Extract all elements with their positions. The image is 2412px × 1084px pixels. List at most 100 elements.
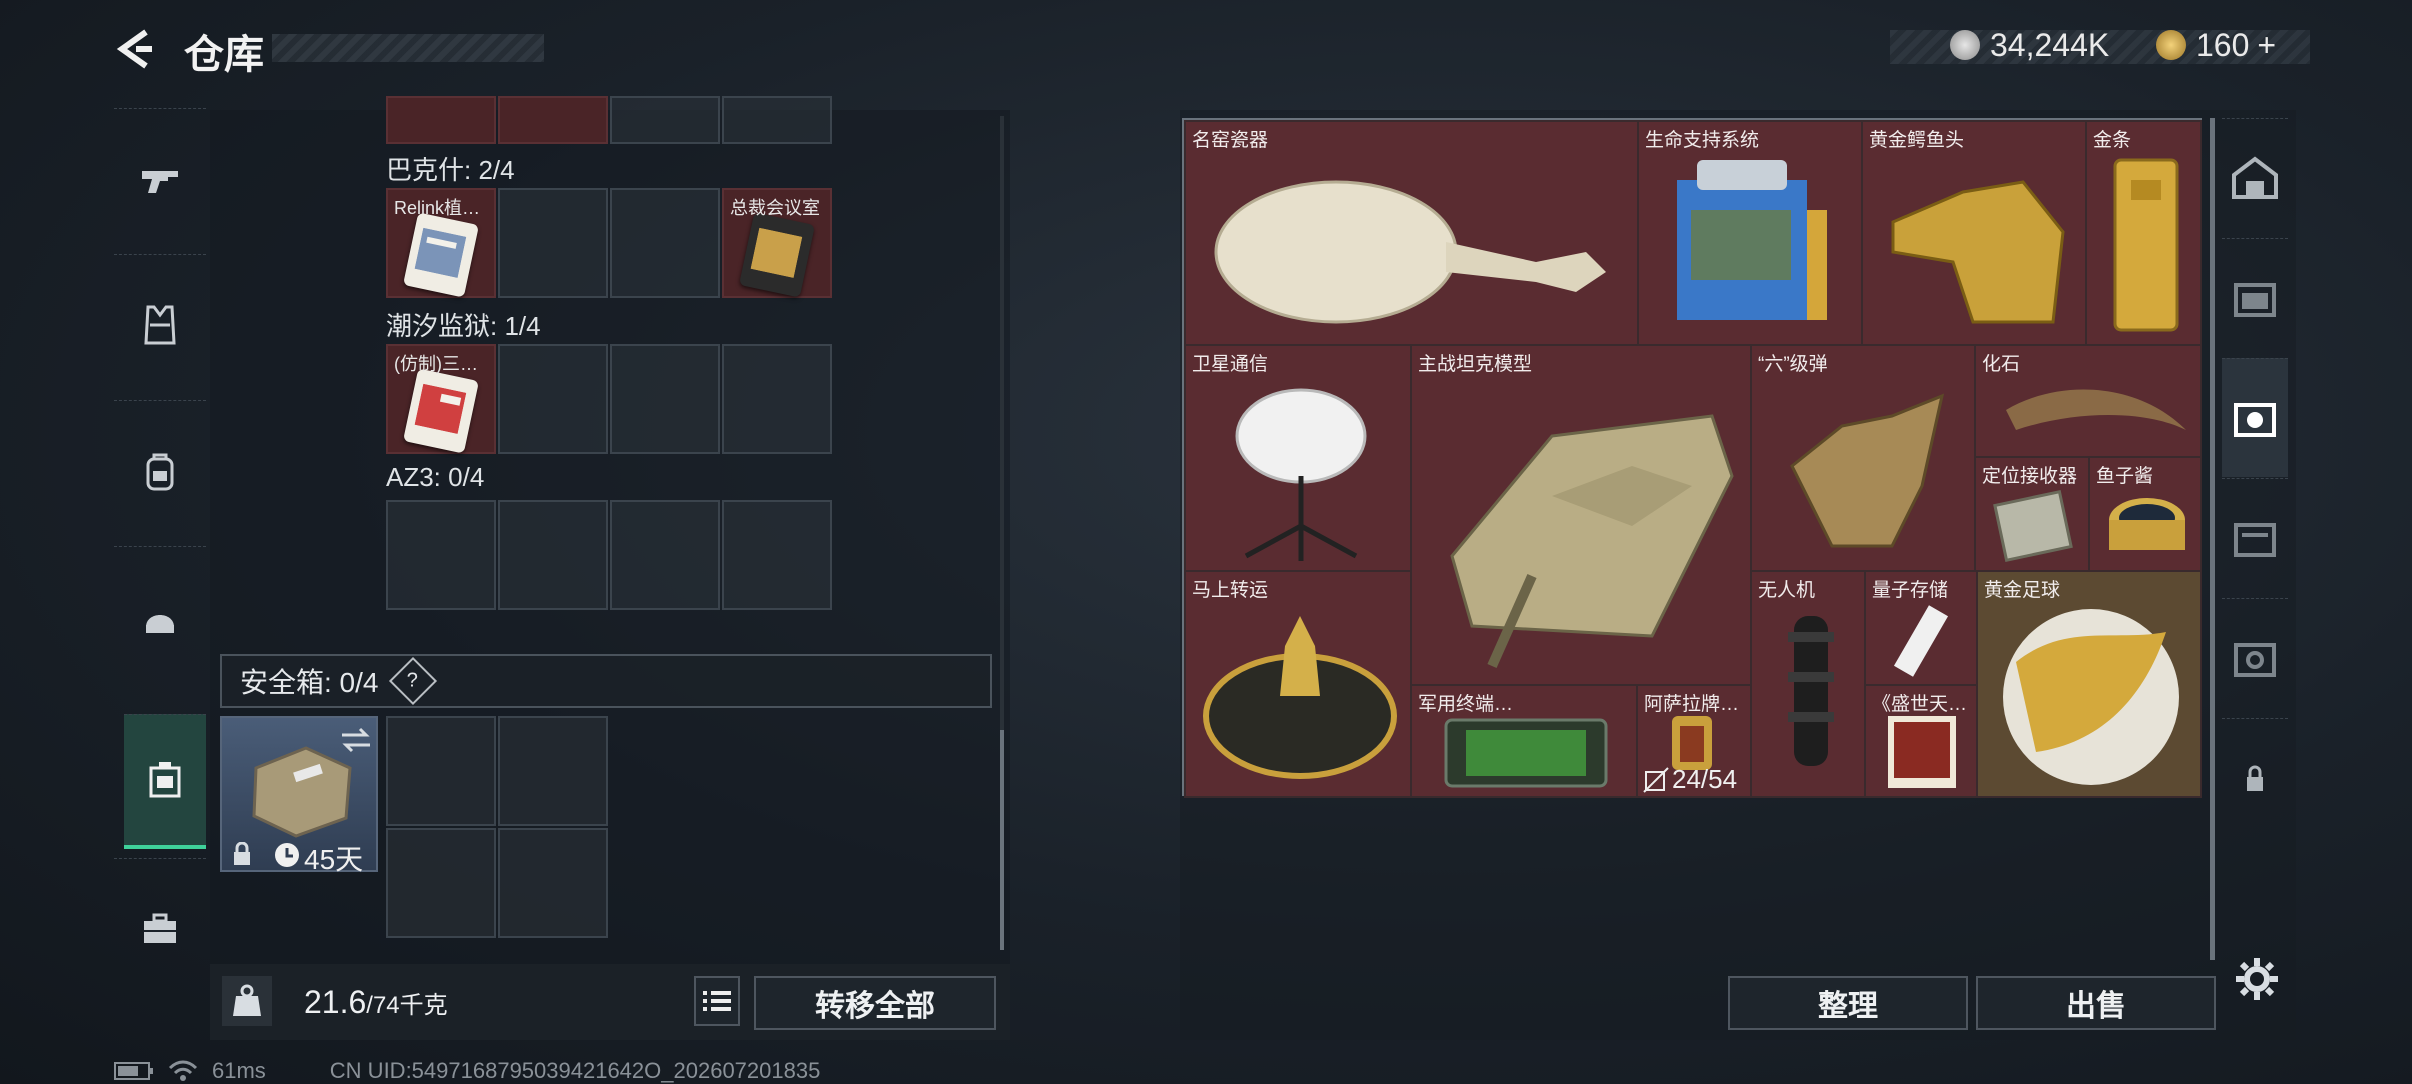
weight-readout: 21.6/74千克 bbox=[304, 984, 448, 1021]
back-arrow-icon[interactable] bbox=[112, 26, 158, 72]
wifi-icon bbox=[168, 1060, 198, 1081]
grid-slot[interactable] bbox=[498, 716, 608, 826]
item-military-terminal[interactable]: 军用终端… bbox=[1410, 684, 1638, 798]
stash-tab-icon bbox=[2234, 643, 2276, 677]
partial-slot-row bbox=[386, 96, 834, 144]
slot-item-label: 总裁会议室 bbox=[730, 198, 820, 218]
slot-item-label: Relink植… bbox=[394, 198, 481, 218]
item-gold-croc-head[interactable]: 黄金鳄鱼头 bbox=[1861, 120, 2087, 346]
grid-slot[interactable] bbox=[610, 96, 720, 144]
asala-card-image bbox=[1672, 716, 1712, 770]
gold-amount: 160 bbox=[2196, 26, 2250, 63]
silver-currency: 34,244K bbox=[1950, 24, 2109, 66]
item-level6-ammo[interactable]: “六”级弹 bbox=[1750, 344, 1976, 572]
item-quantum-storage[interactable]: 量子存储 bbox=[1864, 570, 1978, 686]
item-life-support[interactable]: 生命支持系统 bbox=[1637, 120, 1863, 346]
help-icon[interactable]: ? bbox=[389, 656, 438, 706]
grid-slot[interactable] bbox=[386, 500, 496, 610]
grid-slot[interactable] bbox=[386, 716, 496, 826]
item-label: 卫星通信 bbox=[1192, 354, 1269, 375]
battery-icon bbox=[114, 1062, 153, 1080]
item-porcelain[interactable]: 名窑瓷器 bbox=[1184, 120, 1639, 346]
grid-slot[interactable]: 总裁会议室 bbox=[722, 188, 832, 298]
keycard-item bbox=[738, 212, 816, 298]
settings-gear-icon[interactable] bbox=[2234, 956, 2280, 1002]
item-label: 金条 bbox=[2093, 130, 2132, 151]
item-label: 定位接收器 bbox=[1982, 466, 2078, 487]
sell-button[interactable]: 出售 bbox=[1976, 976, 2216, 1030]
grid-slot[interactable]: Relink植… bbox=[386, 188, 496, 298]
swap-icon[interactable] bbox=[340, 726, 372, 754]
clock-icon bbox=[275, 843, 299, 867]
item-satellite[interactable]: 卫星通信 bbox=[1184, 344, 1412, 572]
container-slots: Relink植… 总裁会议室 bbox=[386, 188, 834, 298]
backpack-icon bbox=[146, 453, 174, 491]
grid-slot[interactable] bbox=[610, 500, 720, 610]
nav-toolbox[interactable] bbox=[114, 858, 206, 999]
item-locator[interactable]: 定位接收器 bbox=[1974, 456, 2090, 572]
item-gold-bar[interactable]: 金条 bbox=[2085, 120, 2202, 346]
item-label: 无人机 bbox=[1758, 580, 1816, 601]
nav-weapons[interactable] bbox=[114, 108, 206, 249]
grid-slot[interactable] bbox=[386, 96, 496, 144]
grid-slot[interactable] bbox=[722, 344, 832, 454]
grid-slot[interactable] bbox=[610, 188, 720, 298]
right-scrollbar[interactable] bbox=[2210, 118, 2215, 960]
status-bar: 61ms CN UID:5497168795039421642O_2026072… bbox=[114, 1058, 820, 1084]
stash-tab-icon bbox=[2234, 523, 2276, 557]
item-label: “六”级弹 bbox=[1758, 354, 1828, 375]
grid-slot[interactable] bbox=[498, 96, 608, 144]
item-horse-fortune[interactable]: 马上转运 bbox=[1184, 570, 1412, 798]
grid-slot[interactable] bbox=[610, 344, 720, 454]
armor-vest-icon bbox=[144, 305, 176, 345]
grid-slot[interactable] bbox=[722, 96, 832, 144]
nav-backpack[interactable] bbox=[114, 400, 206, 541]
safe-case-item[interactable]: 45天 bbox=[220, 716, 378, 875]
fossil-image bbox=[2006, 389, 2186, 430]
item-drone[interactable]: 无人机 bbox=[1750, 570, 1866, 798]
item-label: 生命支持系统 bbox=[1645, 130, 1760, 151]
grid-slot[interactable]: (仿制)三… bbox=[386, 344, 496, 454]
nav-safe-case[interactable] bbox=[124, 714, 206, 849]
weight-icon bbox=[233, 984, 261, 1016]
organize-button[interactable]: 整理 bbox=[1728, 976, 1968, 1030]
transfer-all-button[interactable]: 转移全部 bbox=[754, 976, 996, 1030]
grid-slot[interactable] bbox=[386, 828, 496, 938]
item-book[interactable]: 《盛世天… bbox=[1864, 684, 1978, 798]
gold-bar-image bbox=[2113, 158, 2179, 332]
filter-stash-collectibles[interactable] bbox=[2222, 358, 2288, 477]
item-label: 军用终端… bbox=[1418, 694, 1514, 715]
filter-all[interactable] bbox=[2222, 118, 2288, 237]
nav-chest-rig[interactable] bbox=[114, 546, 206, 687]
filter-stash-4b[interactable] bbox=[2222, 598, 2288, 717]
stash-grid: 名窑瓷器 生命支持系统 黄金鳄鱼头 金条 卫星通信 主战坦克模型 “六”级弹 化… bbox=[1182, 118, 2202, 798]
uid-readout: CN UID:5497168795039421642O_202607201835 bbox=[329, 1058, 821, 1083]
collectibles-icon bbox=[2234, 403, 2276, 437]
book-image bbox=[1888, 716, 1956, 788]
filter-stash-4[interactable] bbox=[2222, 238, 2288, 357]
silver-coin-icon bbox=[1950, 30, 1980, 60]
left-nav bbox=[114, 108, 206, 1010]
grid-slot[interactable] bbox=[498, 828, 608, 938]
item-gold-football[interactable]: 黄金足球 bbox=[1976, 570, 2202, 798]
add-currency-button[interactable]: + bbox=[2257, 27, 2276, 64]
container-label: 潮汐监狱: 1/4 bbox=[386, 311, 541, 341]
stash-tab-icon bbox=[2234, 283, 2276, 317]
grid-slot[interactable] bbox=[722, 500, 832, 610]
left-scrollbar-thumb[interactable] bbox=[1000, 730, 1004, 950]
filter-locked[interactable] bbox=[2222, 718, 2288, 837]
nav-armor[interactable] bbox=[114, 254, 206, 395]
warehouse-icon bbox=[2232, 156, 2278, 199]
grid-slot[interactable] bbox=[498, 188, 608, 298]
item-caviar[interactable]: 鱼子酱 bbox=[2088, 456, 2202, 572]
grid-slot[interactable] bbox=[498, 344, 608, 454]
item-asala-card[interactable]: 阿萨拉牌… 24/54 bbox=[1636, 684, 1752, 798]
filter-stash-3[interactable] bbox=[2222, 478, 2288, 597]
item-fossil[interactable]: 化石 bbox=[1974, 344, 2202, 458]
item-label: 主战坦克模型 bbox=[1418, 354, 1533, 375]
list-view-button[interactable] bbox=[694, 976, 740, 1026]
list-icon bbox=[703, 991, 731, 1011]
satellite-dish-image bbox=[1235, 388, 1367, 561]
container-slots bbox=[386, 500, 834, 610]
grid-slot[interactable] bbox=[498, 500, 608, 610]
